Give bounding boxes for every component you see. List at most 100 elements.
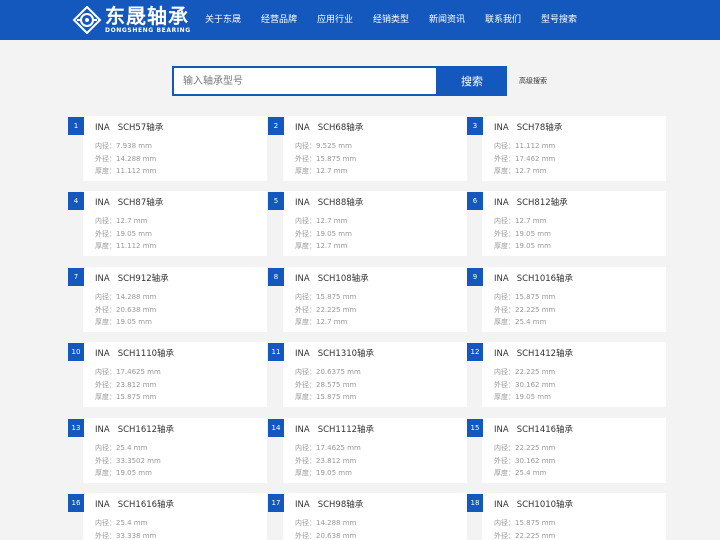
product-model: SCH78轴承 <box>516 123 563 133</box>
product-card[interactable]: 2 INA SCH68轴承 内径：9.525 mm 外径：15.875 mm 厚度… <box>268 116 467 181</box>
product-brand: INA <box>295 500 310 510</box>
spec-outer: 外径：20.638 mm <box>95 305 157 314</box>
product-title[interactable]: INA SCH87轴承 <box>95 196 163 208</box>
product-model: SCH1416轴承 <box>516 425 574 435</box>
product-model: SCH1112轴承 <box>317 425 375 435</box>
product-title[interactable]: INA SCH1110轴承 <box>95 347 174 359</box>
product-title[interactable]: INA SCH68轴承 <box>295 121 363 133</box>
product-model: SCH1412轴承 <box>516 349 574 359</box>
product-title[interactable]: INA SCH1016轴承 <box>494 272 573 284</box>
product-title[interactable]: INA SCH912轴承 <box>95 272 169 284</box>
product-brand: INA <box>95 123 110 133</box>
advanced-search-link[interactable]: 高级搜索 <box>519 76 547 86</box>
spec-width: 厚度：15.875 mm <box>295 393 357 401</box>
spec-inner: 内径：17.4625 mm <box>95 368 161 376</box>
spec-width: 厚度：19.05 mm <box>295 469 352 477</box>
spec-outer: 外径：22.225 mm <box>295 305 357 314</box>
product-card[interactable]: 7 INA SCH912轴承 内径：14.288 mm 外径：20.638 mm … <box>68 267 267 332</box>
nav-item-dealer-types[interactable]: 经销类型 <box>373 0 429 40</box>
spec-inner: 内径：7.938 mm <box>95 142 152 150</box>
spec-inner: 内径：14.288 mm <box>95 293 157 301</box>
product-card[interactable]: 17 INA SCH98轴承 内径：14.288 mm 外径：20.638 mm <box>268 493 467 540</box>
spec-outer: 外径：20.638 mm <box>295 531 357 540</box>
product-title[interactable]: INA SCH98轴承 <box>295 498 363 510</box>
spec-outer: 外径：22.225 mm <box>494 305 556 314</box>
product-title[interactable]: INA SCH57轴承 <box>95 121 163 133</box>
product-card[interactable]: 5 INA SCH88轴承 内径：12.7 mm 外径：19.05 mm 厚度：1… <box>268 191 467 256</box>
spec-outer: 外径：30.162 mm <box>494 456 556 465</box>
spec-inner: 内径：15.875 mm <box>494 293 556 301</box>
product-card[interactable]: 18 INA SCH1010轴承 内径：15.875 mm 外径：22.225 m… <box>467 493 666 540</box>
spec-outer: 外径：22.225 mm <box>494 531 556 540</box>
product-title[interactable]: INA SCH1412轴承 <box>494 347 573 359</box>
product-title[interactable]: INA SCH88轴承 <box>295 196 363 208</box>
search-button[interactable]: 搜索 <box>437 66 507 96</box>
product-card[interactable]: 11 INA SCH1310轴承 内径：20.6375 mm 外径：28.575 … <box>268 342 467 407</box>
nav-item-about[interactable]: 关于东晟 <box>205 0 261 40</box>
spec-inner: 内径：17.4625 mm <box>295 444 361 452</box>
spec-width: 厚度：12.7 mm <box>295 318 348 326</box>
spec-inner: 内径：25.4 mm <box>95 519 148 527</box>
product-brand: INA <box>494 123 509 133</box>
product-brand: INA <box>95 349 110 359</box>
product-card[interactable]: 1 INA SCH57轴承 内径：7.938 mm 外径：14.288 mm 厚度… <box>68 116 267 181</box>
nav-item-model-search[interactable]: 型号搜索 <box>541 0 597 40</box>
spec-width: 厚度：25.4 mm <box>494 318 547 326</box>
spec-width: 厚度：25.4 mm <box>494 469 547 477</box>
product-model: SCH1010轴承 <box>516 500 574 510</box>
search-input[interactable] <box>172 66 438 96</box>
product-index-badge: 11 <box>268 343 284 361</box>
product-brand: INA <box>95 425 110 435</box>
product-card[interactable]: 13 INA SCH1612轴承 内径：25.4 mm 外径：33.3502 mm… <box>68 418 267 483</box>
product-card[interactable]: 12 INA SCH1412轴承 内径：22.225 mm 外径：30.162 m… <box>467 342 666 407</box>
product-index-badge: 13 <box>68 419 84 437</box>
nav-item-news[interactable]: 新闻资讯 <box>429 0 485 40</box>
product-brand: INA <box>295 123 310 133</box>
product-card[interactable]: 3 INA SCH78轴承 内径：11.112 mm 外径：17.462 mm 厚… <box>467 116 666 181</box>
main-nav: 关于东晟 经营品牌 应用行业 经销类型 新闻资讯 联系我们 型号搜索 <box>205 0 597 40</box>
product-title[interactable]: INA SCH1310轴承 <box>295 347 374 359</box>
product-card[interactable]: 4 INA SCH87轴承 内径：12.7 mm 外径：19.05 mm 厚度：1… <box>68 191 267 256</box>
product-title[interactable]: INA SCH108轴承 <box>295 272 369 284</box>
product-brand: INA <box>295 425 310 435</box>
product-index-badge: 16 <box>68 494 84 512</box>
product-brand: INA <box>295 274 310 284</box>
product-index-badge: 8 <box>268 268 284 286</box>
product-card[interactable]: 16 INA SCH1616轴承 内径：25.4 mm 外径：33.338 mm <box>68 493 267 540</box>
spec-inner: 内径：25.4 mm <box>95 444 148 452</box>
product-model: SCH68轴承 <box>317 123 364 133</box>
spec-outer: 外径：23.812 mm <box>295 456 357 465</box>
spec-inner: 内径：12.7 mm <box>494 217 547 225</box>
product-card[interactable]: 8 INA SCH108轴承 内径：15.875 mm 外径：22.225 mm … <box>268 267 467 332</box>
product-card[interactable]: 14 INA SCH1112轴承 内径：17.4625 mm 外径：23.812 … <box>268 418 467 483</box>
product-title[interactable]: INA SCH1112轴承 <box>295 423 374 435</box>
spec-width: 厚度：12.7 mm <box>494 167 547 175</box>
spec-outer: 外径：30.162 mm <box>494 380 556 389</box>
product-model: SCH812轴承 <box>516 198 568 208</box>
product-card[interactable]: 6 INA SCH812轴承 内径：12.7 mm 外径：19.05 mm 厚度：… <box>467 191 666 256</box>
product-title[interactable]: INA SCH812轴承 <box>494 196 568 208</box>
spec-outer: 外径：28.575 mm <box>295 380 357 389</box>
spec-inner: 内径：14.288 mm <box>295 519 357 527</box>
brand-logo[interactable]: 东晟轴承 DONGSHENG BEARING <box>72 4 191 36</box>
nav-item-industries[interactable]: 应用行业 <box>317 0 373 40</box>
product-model: SCH1016轴承 <box>516 274 574 284</box>
spec-inner: 内径：12.7 mm <box>295 217 348 225</box>
brand-name-en: DONGSHENG BEARING <box>105 26 191 34</box>
product-index-badge: 6 <box>467 192 483 210</box>
product-brand: INA <box>95 198 110 208</box>
product-card[interactable]: 10 INA SCH1110轴承 内径：17.4625 mm 外径：23.812 … <box>68 342 267 407</box>
spec-inner: 内径：11.112 mm <box>494 142 556 150</box>
product-title[interactable]: INA SCH1010轴承 <box>494 498 573 510</box>
nav-item-brands[interactable]: 经营品牌 <box>261 0 317 40</box>
product-card[interactable]: 15 INA SCH1416轴承 内径：22.225 mm 外径：30.162 m… <box>467 418 666 483</box>
nav-item-contact[interactable]: 联系我们 <box>485 0 541 40</box>
product-title[interactable]: INA SCH1616轴承 <box>95 498 174 510</box>
spec-inner: 内径：15.875 mm <box>295 293 357 301</box>
product-title[interactable]: INA SCH1416轴承 <box>494 423 573 435</box>
product-card[interactable]: 9 INA SCH1016轴承 内径：15.875 mm 外径：22.225 mm… <box>467 267 666 332</box>
product-model: SCH1310轴承 <box>317 349 375 359</box>
product-title[interactable]: INA SCH1612轴承 <box>95 423 174 435</box>
brand-name-cn: 东晟轴承 <box>105 3 189 28</box>
product-title[interactable]: INA SCH78轴承 <box>494 121 562 133</box>
